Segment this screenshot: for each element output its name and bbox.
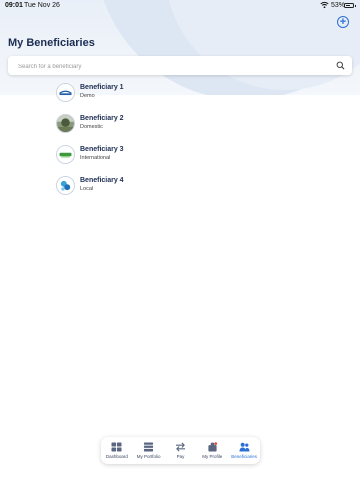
- nav-pay[interactable]: Pay: [165, 442, 195, 459]
- people-icon: [239, 442, 250, 452]
- nav-label: Dashboard: [105, 454, 128, 459]
- search-input[interactable]: [16, 56, 330, 77]
- wifi-icon: [320, 1, 329, 9]
- list-item[interactable]: Beneficiary 3 International: [56, 145, 306, 176]
- beneficiary-name: Beneficiary 2: [80, 115, 124, 122]
- avatar: [56, 114, 75, 133]
- search-bar[interactable]: [8, 56, 352, 77]
- beneficiary-name: Beneficiary 4: [80, 177, 124, 184]
- nav-label: My Portfolio: [136, 454, 161, 459]
- beneficiary-type: Local: [80, 186, 94, 192]
- nav-portfolio[interactable]: My Portfolio: [134, 442, 164, 459]
- search-icon[interactable]: [336, 61, 345, 70]
- nav-label: My Profile: [202, 454, 223, 459]
- nav-label: Pay: [176, 454, 185, 459]
- profile-icon: [208, 442, 217, 452]
- list-item[interactable]: Beneficiary 4 Local: [56, 176, 306, 207]
- status-date: Tue Nov 26: [24, 2, 60, 9]
- avatar: [56, 145, 75, 164]
- avatar: [56, 83, 75, 102]
- nav-dashboard[interactable]: Dashboard: [102, 442, 132, 459]
- nav-profile[interactable]: My Profile: [197, 442, 227, 459]
- beneficiary-type: International: [80, 155, 111, 161]
- beneficiary-list: Beneficiary 1 Demo Beneficiary 2 Domesti…: [56, 83, 306, 207]
- list-item[interactable]: Beneficiary 1 Demo: [56, 83, 306, 114]
- nav-label: Beneficiaries: [231, 454, 257, 459]
- status-time: 09:01: [5, 2, 23, 9]
- transfer-arrows-icon: [175, 442, 186, 452]
- beneficiary-type: Domestic: [80, 124, 103, 130]
- avatar: [56, 176, 75, 195]
- battery-percent: 53%: [331, 2, 346, 9]
- list-item[interactable]: Beneficiary 2 Domestic: [56, 114, 306, 145]
- status-bar: 09:01 Tue Nov 26 53%: [0, 0, 360, 12]
- nav-beneficiaries[interactable]: Beneficiaries: [229, 442, 259, 459]
- battery-icon: [344, 3, 356, 8]
- page-title: My Beneficiaries: [8, 37, 95, 49]
- dashboard-icon: [111, 442, 122, 452]
- beneficiary-name: Beneficiary 1: [80, 84, 124, 91]
- add-beneficiary-button[interactable]: +: [337, 16, 349, 28]
- portfolio-icon: [144, 442, 154, 452]
- beneficiary-name: Beneficiary 3: [80, 146, 124, 153]
- bottom-navigation: Dashboard My Portfolio Pay My Profile Be…: [101, 437, 260, 464]
- plus-icon: +: [339, 15, 347, 28]
- beneficiary-type: Demo: [80, 93, 95, 99]
